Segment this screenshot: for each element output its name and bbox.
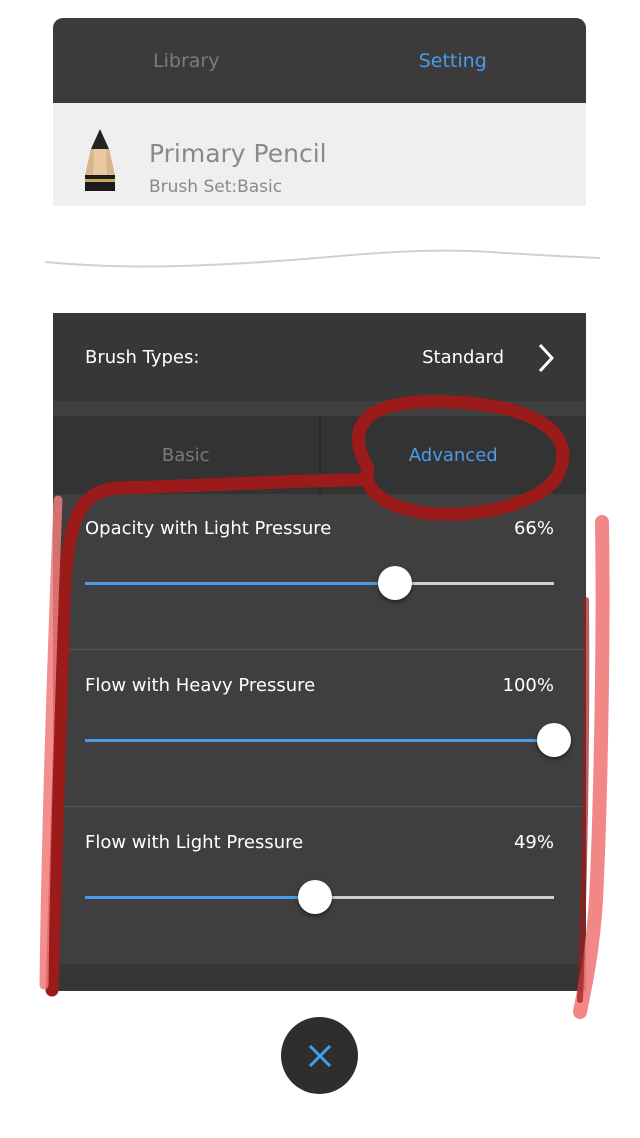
slider-flow-heavy-pressure: Flow with Heavy Pressure 100%: [53, 651, 586, 807]
slider-thumb[interactable]: [537, 723, 571, 757]
slider-track[interactable]: [85, 723, 571, 757]
slider-flow-light-pressure: Flow with Light Pressure 49%: [53, 808, 586, 964]
tab-advanced[interactable]: Advanced: [318, 416, 587, 494]
slider-thumb[interactable]: [377, 566, 412, 600]
chevron-right-icon: [538, 343, 555, 373]
sub-tab-bar: Basic Advanced: [53, 416, 586, 494]
slider-label: Opacity with Light Pressure: [85, 518, 332, 539]
slider-thumb[interactable]: [297, 880, 332, 914]
brush-card[interactable]: Primary Pencil Brush Set:Basic: [53, 103, 586, 206]
tab-setting[interactable]: Setting: [320, 18, 587, 103]
slider-value: 49%: [513, 832, 554, 853]
brush-types-value: Standard: [422, 347, 504, 368]
slider-track[interactable]: [85, 880, 554, 914]
brush-settings-panel: Brush Types: Standard Basic Advanced Opa…: [53, 313, 586, 991]
next-setting-row[interactable]: [53, 964, 586, 991]
brush-types-label: Brush Types:: [85, 347, 200, 368]
tab-library[interactable]: Library: [53, 18, 320, 103]
slider-opacity-light-pressure: Opacity with Light Pressure 66%: [53, 494, 586, 650]
pencil-icon: [85, 129, 115, 191]
close-icon: [308, 1044, 331, 1067]
slider-value: 66%: [513, 518, 554, 539]
brush-set-label: Brush Set:Basic: [149, 177, 283, 197]
brush-name: Primary Pencil: [149, 139, 327, 168]
slider-label: Flow with Light Pressure: [85, 832, 304, 853]
slider-value: 100%: [502, 675, 554, 696]
divider-squiggle: [44, 249, 601, 268]
tab-basic[interactable]: Basic: [53, 416, 319, 494]
slider-track[interactable]: [85, 566, 554, 600]
top-tab-bar: Library Setting: [53, 18, 586, 103]
slider-fill: [85, 739, 554, 742]
slider-label: Flow with Heavy Pressure: [85, 675, 316, 696]
brush-types-row[interactable]: Brush Types: Standard: [53, 313, 586, 401]
slider-fill: [85, 896, 315, 899]
close-button[interactable]: [281, 1017, 358, 1094]
slider-fill: [85, 582, 395, 585]
